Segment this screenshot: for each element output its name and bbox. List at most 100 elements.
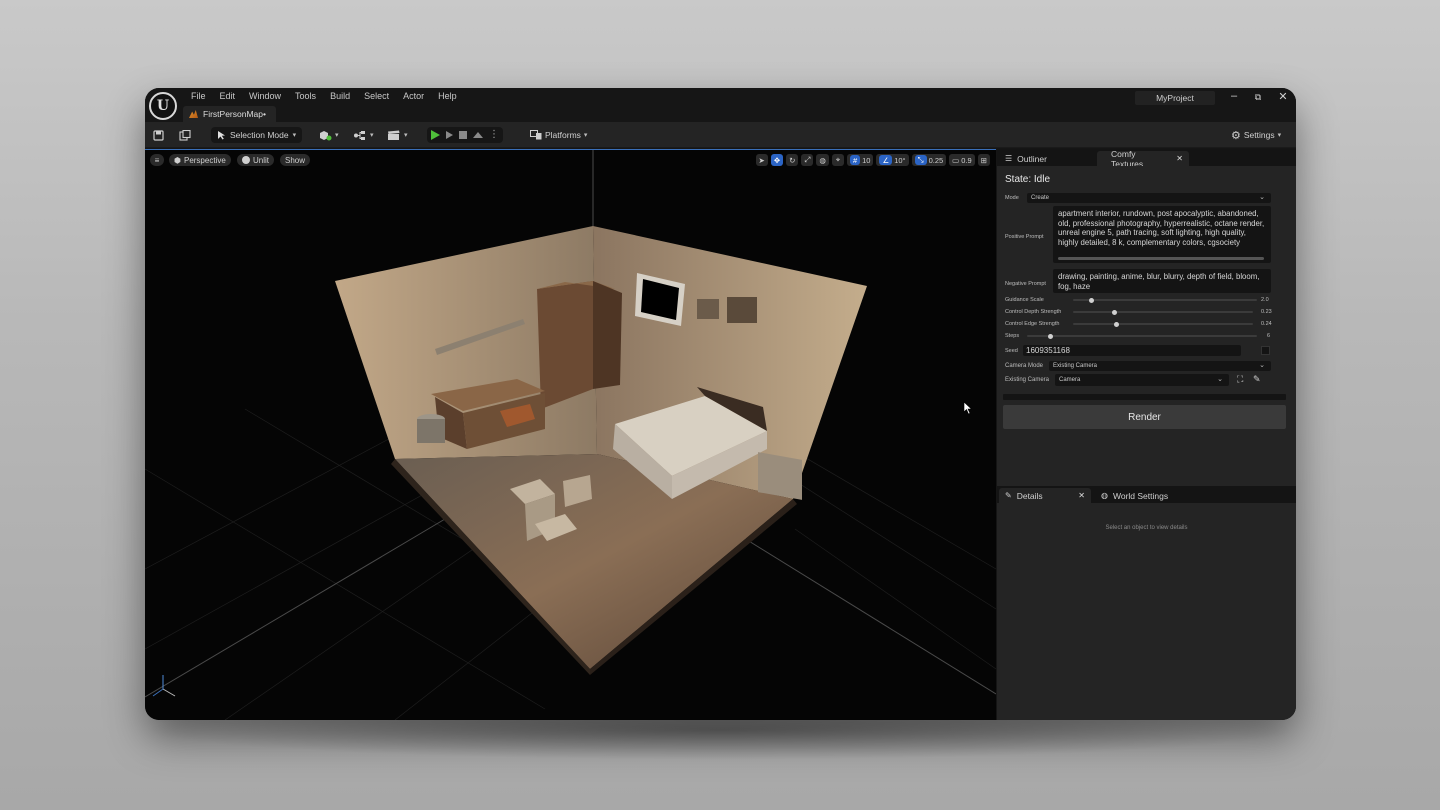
menu-bar: File Edit Window Tools Build Select Acto… bbox=[184, 90, 464, 102]
view-mode-dropdown[interactable]: Unlit bbox=[237, 154, 275, 166]
chevron-down-icon: ⌄ bbox=[1259, 194, 1265, 201]
control-edge-slider[interactable] bbox=[1073, 323, 1253, 325]
render-progress-bar bbox=[1003, 394, 1286, 400]
settings-dropdown[interactable]: ⚙ Settings ▾ bbox=[1231, 127, 1281, 143]
state-label: State: Idle bbox=[1005, 174, 1051, 185]
step-forward-icon[interactable] bbox=[446, 131, 453, 139]
tab-outliner[interactable]: ☰ Outliner bbox=[999, 151, 1053, 166]
content-browser-button[interactable] bbox=[179, 127, 191, 143]
map-tab-label: FirstPersonMap• bbox=[203, 109, 266, 119]
scale-snap-toggle[interactable]: ⤡ 0.25 bbox=[911, 154, 947, 166]
world-space-button[interactable]: ◍ bbox=[816, 154, 829, 166]
blueprint-button[interactable]: ▾ bbox=[353, 127, 374, 143]
steps-value: 6 bbox=[1267, 333, 1271, 339]
negative-prompt-text: drawing, painting, anime, blur, blurry, … bbox=[1058, 272, 1260, 291]
steps-knob[interactable] bbox=[1047, 333, 1053, 339]
rotation-snap-value: 10° bbox=[894, 155, 906, 165]
focus-camera-icon[interactable]: ⛶ bbox=[1237, 374, 1243, 385]
viewport-layout-button[interactable]: ⊞ bbox=[977, 154, 990, 166]
unreal-logo-icon[interactable]: U bbox=[149, 92, 177, 120]
play-controls: ⋮ bbox=[427, 127, 503, 143]
textarea-scrollbar[interactable] bbox=[1058, 257, 1264, 260]
top-panel-tabs: ☰ Outliner Comfy Textures... ✕ bbox=[997, 149, 1296, 169]
play-icon[interactable] bbox=[431, 130, 440, 140]
minimize-button[interactable]: – bbox=[1225, 90, 1243, 102]
restore-button[interactable]: ⧉ bbox=[1249, 92, 1267, 103]
steps-label: Steps bbox=[1005, 333, 1020, 339]
unlit-label: Unlit bbox=[253, 155, 270, 165]
viewport-transform-toolbar: ➤ ✥ ↻ ⤢ ◍ ⌖ # 10 ∠ 10° ⤡ 0.25 ▭ 0.9 ⊞ bbox=[755, 154, 990, 166]
save-button[interactable] bbox=[153, 127, 164, 143]
close-tab-icon[interactable]: ✕ bbox=[1176, 154, 1183, 163]
guidance-scale-slider[interactable] bbox=[1073, 299, 1257, 301]
gear-icon: ⚙ bbox=[1231, 129, 1241, 142]
rotation-snap-toggle[interactable]: ∠ 10° bbox=[876, 154, 909, 166]
rotate-tool-button[interactable]: ↻ bbox=[786, 154, 799, 166]
menu-actor[interactable]: Actor bbox=[396, 90, 431, 102]
tab-details[interactable]: ✎ Details ✕ bbox=[999, 488, 1091, 503]
control-depth-slider[interactable] bbox=[1073, 311, 1253, 313]
viewport-menu-button[interactable]: ≡ bbox=[150, 154, 164, 166]
level-viewport[interactable]: ≡ ⬢ Perspective Unlit Show ➤ ✥ ↻ ⤢ ◍ ⌖ #… bbox=[145, 149, 996, 720]
clapperboard-icon bbox=[388, 130, 400, 140]
perspective-dropdown[interactable]: ⬢ Perspective bbox=[169, 154, 231, 166]
menu-select[interactable]: Select bbox=[357, 90, 396, 102]
translate-tool-button[interactable]: ✥ bbox=[770, 154, 784, 166]
seed-label: Seed bbox=[1005, 348, 1018, 354]
tab-comfy-textures[interactable]: Comfy Textures... ✕ bbox=[1097, 149, 1189, 169]
menu-file[interactable]: File bbox=[184, 90, 213, 102]
mouse-cursor-icon bbox=[963, 401, 973, 415]
camera-mode-dropdown[interactable]: Existing Camera ⌄ bbox=[1049, 361, 1271, 371]
control-depth-value: 0.23 bbox=[1261, 309, 1272, 315]
camera-icon: ▭ bbox=[952, 155, 960, 165]
cinematics-button[interactable]: ▾ bbox=[387, 127, 408, 143]
existing-camera-dropdown[interactable]: Camera ⌄ bbox=[1055, 374, 1229, 386]
add-actor-button[interactable]: ▾ bbox=[319, 127, 339, 143]
guidance-scale-knob[interactable] bbox=[1088, 297, 1094, 303]
render-button[interactable]: Render bbox=[1003, 405, 1286, 429]
control-depth-knob[interactable] bbox=[1111, 309, 1117, 315]
show-dropdown[interactable]: Show bbox=[280, 154, 311, 166]
menu-edit[interactable]: Edit bbox=[213, 90, 243, 102]
mode-dropdown[interactable]: Create ⌄ bbox=[1027, 193, 1271, 203]
details-panel: Select an object to view details bbox=[997, 503, 1296, 720]
camera-speed-value: 0.9 bbox=[961, 155, 972, 165]
close-tab-icon[interactable]: ✕ bbox=[1078, 491, 1085, 500]
menu-build[interactable]: Build bbox=[323, 90, 357, 102]
control-edge-knob[interactable] bbox=[1113, 321, 1119, 327]
menu-tools[interactable]: Tools bbox=[288, 90, 323, 102]
scale-tool-button[interactable]: ⤢ bbox=[801, 154, 814, 166]
positive-prompt-text: apartment interior, rundown, post apocal… bbox=[1058, 209, 1265, 247]
pencil-icon: ✎ bbox=[1005, 491, 1012, 500]
steps-slider[interactable] bbox=[1027, 335, 1257, 337]
move-arrows-icon: ✥ bbox=[773, 155, 781, 165]
selection-mode-dropdown[interactable]: Selection Mode ▾ bbox=[211, 127, 303, 143]
blueprint-icon bbox=[354, 130, 365, 140]
seed-input[interactable]: 1609351168 bbox=[1023, 345, 1241, 356]
randomize-seed-checkbox[interactable] bbox=[1261, 346, 1270, 355]
grid-snap-value: 10 bbox=[862, 155, 871, 165]
surface-snap-button[interactable]: ⌖ bbox=[831, 154, 844, 166]
menu-window[interactable]: Window bbox=[242, 90, 288, 102]
eyedropper-icon[interactable]: ✎ bbox=[1253, 374, 1261, 385]
more-options-icon[interactable]: ⋮ bbox=[489, 130, 499, 140]
tab-first-person-map[interactable]: FirstPersonMap• bbox=[183, 106, 276, 122]
camera-speed-button[interactable]: ▭ 0.9 bbox=[949, 154, 975, 166]
stop-icon[interactable] bbox=[459, 131, 467, 139]
negative-prompt-input[interactable]: drawing, painting, anime, blur, blurry, … bbox=[1053, 269, 1271, 293]
negative-prompt-label: Negative Prompt bbox=[1005, 281, 1046, 287]
scale-snap-icon: ⤡ bbox=[914, 155, 927, 165]
menu-help[interactable]: Help bbox=[431, 90, 464, 102]
eject-icon[interactable] bbox=[473, 132, 483, 138]
platforms-dropdown[interactable]: Platforms ▾ bbox=[530, 127, 587, 143]
scale-snap-value: 0.25 bbox=[928, 155, 944, 165]
positive-prompt-input[interactable]: apartment interior, rundown, post apocal… bbox=[1053, 206, 1271, 263]
grid-snap-toggle[interactable]: # 10 bbox=[846, 154, 874, 166]
select-tool-button[interactable]: ➤ bbox=[755, 154, 768, 166]
cursor-icon: ➤ bbox=[758, 155, 765, 165]
viewport-scene bbox=[145, 149, 996, 720]
close-button[interactable]: ✕ bbox=[1274, 90, 1292, 103]
chevron-down-icon: ⌄ bbox=[1259, 362, 1265, 369]
chevron-down-icon: ▾ bbox=[292, 132, 297, 139]
tab-world-settings[interactable]: ◍ World Settings bbox=[1095, 488, 1174, 503]
